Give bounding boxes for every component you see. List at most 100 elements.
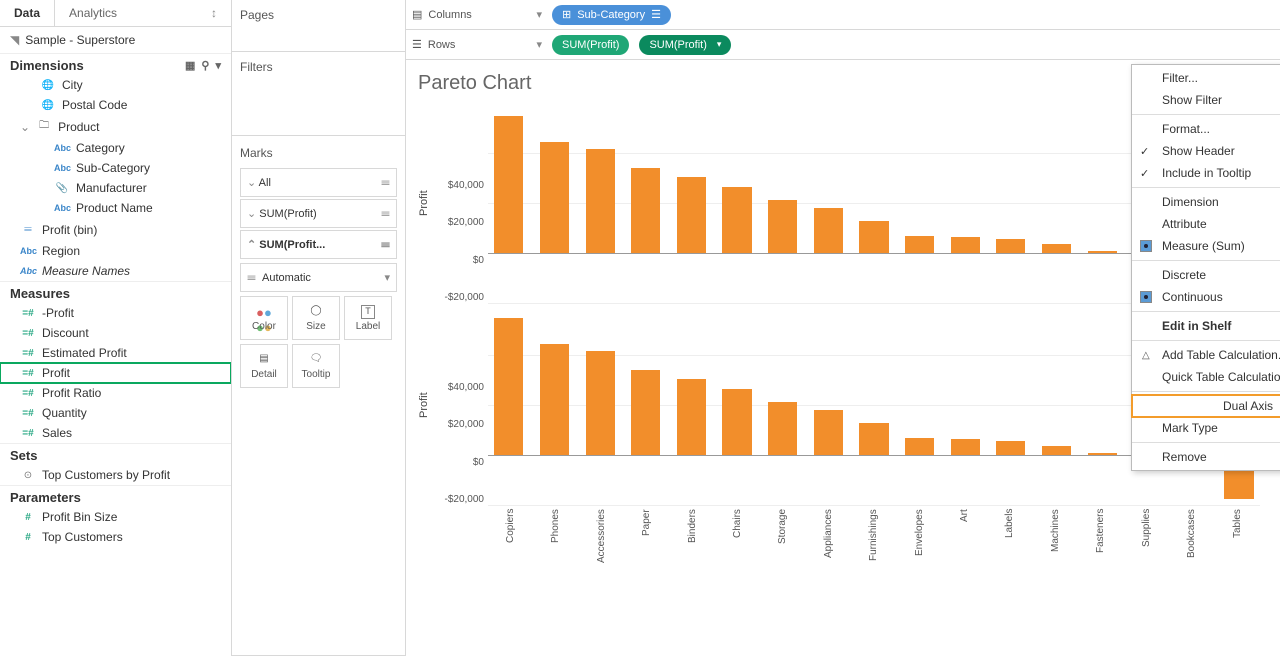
barchart-icon: 𝍢 (247, 268, 256, 287)
label-icon: T (361, 305, 375, 319)
dimension-item[interactable]: AbcProduct Name (0, 198, 231, 218)
bar[interactable] (671, 305, 713, 505)
menu-continuous[interactable]: Continuous (1132, 286, 1280, 308)
bar[interactable] (944, 305, 986, 505)
bar[interactable] (1036, 103, 1078, 303)
menu-icon[interactable]: ▾ (215, 59, 221, 72)
dimension-item[interactable]: 🌐Postal Code (0, 95, 231, 115)
bar[interactable] (807, 103, 849, 303)
view-grid-icon[interactable]: ▦ (185, 59, 195, 72)
bar[interactable] (625, 305, 667, 505)
bar[interactable] (762, 103, 804, 303)
filters-shelf[interactable]: Filters (232, 52, 405, 136)
dimension-item[interactable]: AbcRegion (0, 241, 231, 261)
bar[interactable] (899, 103, 941, 303)
size-icon: ◯ (310, 305, 321, 319)
bar[interactable] (944, 103, 986, 303)
dimension-item[interactable]: AbcCategory (0, 138, 231, 158)
bar[interactable] (534, 305, 576, 505)
marktype-dropdown[interactable]: 𝍢 Automatic ▾ (240, 263, 397, 292)
bar[interactable] (534, 103, 576, 303)
pill-sum-profit-1[interactable]: SUM(Profit) (552, 35, 629, 55)
menu-format[interactable]: Format... (1132, 118, 1280, 140)
radio-on-icon (1140, 240, 1152, 252)
menu-attribute[interactable]: Attribute (1132, 213, 1280, 235)
menu-filter[interactable]: Filter... (1132, 67, 1280, 89)
bar[interactable] (579, 103, 621, 303)
barchart-icon: 𝍢 (381, 173, 390, 192)
menu-dimension[interactable]: Dimension (1132, 191, 1280, 213)
dimension-item[interactable]: 📎Manufacturer (0, 178, 231, 198)
bar[interactable] (807, 305, 849, 505)
columns-icon: ▤ (412, 8, 422, 21)
menu-dual-axis[interactable]: Dual Axis (1132, 395, 1280, 417)
marks-layer-sum2[interactable]: ⌃ SUM(Profit... 𝍢 (240, 230, 397, 259)
measure-item[interactable]: =#Profit Ratio (0, 383, 231, 403)
mark-tooltip[interactable]: 🗨 Tooltip (292, 344, 340, 388)
menu-mark-type[interactable]: Mark Type▶ (1132, 417, 1280, 439)
bar[interactable] (716, 103, 758, 303)
bar[interactable] (716, 305, 758, 505)
set-item[interactable]: ⊙Top Customers by Profit (0, 465, 231, 485)
search-icon[interactable]: ⚲ (201, 59, 209, 72)
measure-item[interactable]: =#Estimated Profit (0, 343, 231, 363)
mark-size[interactable]: ◯ Size (292, 296, 340, 340)
menu-quick-table-calc[interactable]: Quick Table Calculation▶ (1132, 366, 1280, 388)
menu-include-tooltip[interactable]: ✓Include in Tooltip (1132, 162, 1280, 184)
dimension-item[interactable]: AbcMeasure Names (0, 261, 231, 281)
bar[interactable] (1081, 305, 1123, 505)
menu-measure[interactable]: Measure (Sum)▶ (1132, 235, 1280, 257)
mark-detail[interactable]: ▤ Detail (240, 344, 288, 388)
columns-shelf[interactable]: ▤ Columns ▾ ⊞ Sub-Category ☰ (406, 0, 1280, 30)
dimension-item[interactable]: 𝍢Profit (bin) (0, 218, 231, 241)
x-tick: Storage (760, 505, 805, 575)
menu-discrete[interactable]: Discrete (1132, 264, 1280, 286)
measure-item[interactable]: =#Quantity (0, 403, 231, 423)
bar[interactable] (853, 103, 895, 303)
parameter-item[interactable]: #Profit Bin Size (0, 507, 231, 527)
bar[interactable] (990, 103, 1032, 303)
bar[interactable] (488, 305, 530, 505)
tab-analytics[interactable]: Analytics ↕ (55, 0, 231, 26)
measure-item[interactable]: =#Sales (0, 423, 231, 443)
menu-show-header[interactable]: ✓Show Header (1132, 140, 1280, 162)
abc-icon: Abc (20, 266, 36, 276)
menu-add-table-calc[interactable]: △Add Table Calculation... (1132, 344, 1280, 366)
number-icon: =# (20, 428, 36, 439)
menu-show-filter[interactable]: Show Filter (1132, 89, 1280, 111)
mark-color[interactable]: ●● ●● Color (240, 296, 288, 340)
pill-sum-profit-2[interactable]: SUM(Profit) ▾ (639, 35, 731, 55)
tooltip-icon: 🗨 (310, 353, 323, 367)
parameter-item[interactable]: #Top Customers (0, 527, 231, 547)
measure-item[interactable]: =#Profit (0, 363, 231, 383)
menu-remove[interactable]: Remove (1132, 446, 1280, 468)
bar[interactable] (1081, 103, 1123, 303)
bar[interactable] (853, 305, 895, 505)
pages-shelf[interactable]: Pages (232, 0, 405, 52)
measure-item[interactable]: =#-Profit (0, 303, 231, 323)
datasource-row[interactable]: ◥ Sample - Superstore (0, 27, 231, 53)
bar[interactable] (1036, 305, 1078, 505)
menu-edit-in-shelf[interactable]: Edit in Shelf (1132, 315, 1280, 337)
dimension-item[interactable]: AbcSub-Category (0, 158, 231, 178)
bar[interactable] (899, 305, 941, 505)
bar[interactable] (579, 305, 621, 505)
bar[interactable] (990, 305, 1032, 505)
dimension-item[interactable]: ⌄ 🗀Product (0, 115, 231, 138)
x-tick: Paper (624, 505, 669, 575)
bar[interactable] (671, 103, 713, 303)
marks-layer-all[interactable]: ⌄ All 𝍢 (240, 168, 397, 197)
mark-label[interactable]: T Label (344, 296, 392, 340)
bar[interactable] (488, 103, 530, 303)
tab-data[interactable]: Data (0, 0, 55, 26)
radio-on-icon (1140, 291, 1152, 303)
pill-subcategory[interactable]: ⊞ Sub-Category ☰ (552, 5, 671, 25)
marks-layer-sum1[interactable]: ⌄ SUM(Profit) 𝍢 (240, 199, 397, 228)
sort-icon: ☰ (651, 8, 661, 21)
rows-shelf[interactable]: ☰ Rows ▾ SUM(Profit) SUM(Profit) ▾ (406, 30, 1280, 60)
measure-item[interactable]: =#Discount (0, 323, 231, 343)
dimension-item[interactable]: 🌐City (0, 75, 231, 95)
bar[interactable] (625, 103, 667, 303)
bar[interactable] (762, 305, 804, 505)
plus-icon: ⊞ (562, 8, 571, 21)
